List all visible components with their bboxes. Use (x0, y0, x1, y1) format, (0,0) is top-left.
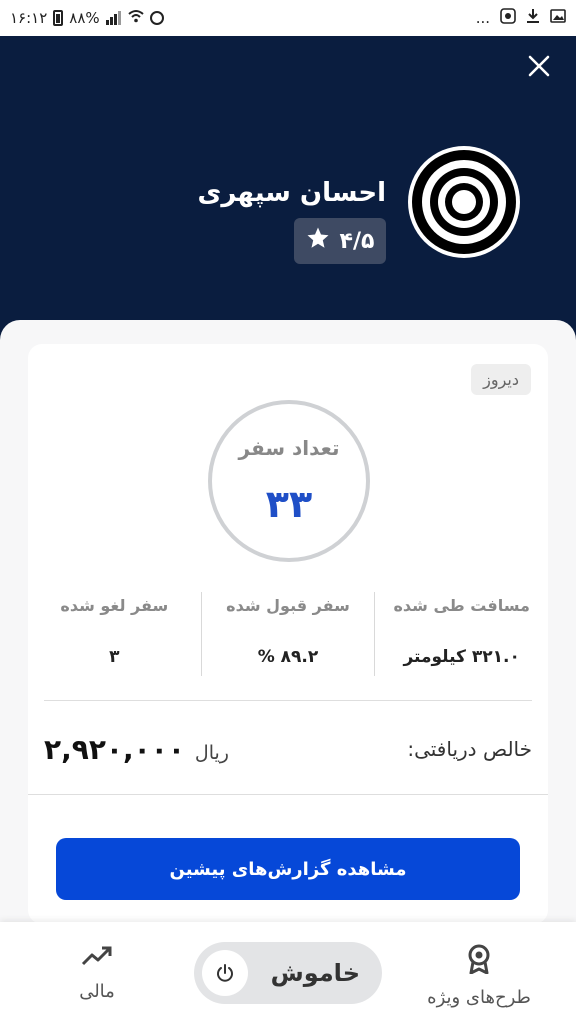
currency-unit: ریال (194, 741, 229, 764)
net-income-amount: ریال ۲,۹۲۰,۰۰۰ (44, 733, 229, 766)
stat-value: ۸۹.۲ % (257, 647, 319, 667)
power-icon (217, 964, 233, 982)
nav-special-plans[interactable]: طرح‌های ویژه (424, 944, 534, 1008)
status-right: ... (476, 8, 566, 28)
nav-finance-label: مالی (79, 981, 115, 1002)
stat-cancelled: سفر لغو شده ۳ (28, 592, 202, 676)
report-card: دیروز تعداد سفر ۳۳ مسافت طی شده ۳۲۱.۰ کی… (28, 344, 548, 924)
trending-up-icon (81, 944, 113, 973)
rating-badge: ۴/۵ (294, 218, 386, 264)
stat-label: مسافت طی شده (393, 596, 530, 615)
trips-label: تعداد سفر (238, 436, 340, 460)
driver-header: احسان سپهری ۴/۵ (0, 36, 576, 336)
more-notifications-icon: ... (475, 9, 490, 27)
bottom-nav: مالی خاموش طرح‌های ویژه (0, 922, 576, 1024)
stats-row: مسافت طی شده ۳۲۱.۰ کیلومتر سفر قبول شده … (28, 592, 548, 676)
award-icon (466, 944, 492, 979)
close-button[interactable] (524, 54, 554, 84)
close-icon (528, 55, 550, 77)
stat-value: ۳۲۱.۰ کیلومتر (403, 647, 520, 667)
trips-value: ۳۳ (265, 482, 313, 526)
alarm-icon (149, 11, 164, 25)
nav-plans-label: طرح‌های ویژه (427, 987, 531, 1008)
trips-count-circle: تعداد سفر ۳۳ (208, 400, 370, 562)
target-icon (412, 150, 516, 254)
battery-icon (53, 10, 64, 26)
rating-value: ۴/۵ (339, 228, 375, 254)
image-icon (550, 9, 566, 27)
stat-distance: مسافت طی شده ۳۲۱.۰ کیلومتر (375, 592, 548, 676)
period-badge[interactable]: دیروز (471, 364, 531, 395)
content-sheet: دیروز تعداد سفر ۳۳ مسافت طی شده ۳۲۱.۰ کی… (0, 320, 576, 1024)
online-status-toggle[interactable]: خاموش (194, 942, 382, 1004)
battery-level: ۸۸% (69, 9, 100, 27)
net-income-value: ۲,۹۲۰,۰۰۰ (44, 732, 185, 766)
star-icon (306, 226, 330, 256)
nav-finance[interactable]: مالی (42, 944, 152, 1002)
driver-name: احسان سپهری (197, 178, 386, 208)
stat-accepted: سفر قبول شده ۸۹.۲ % (202, 592, 376, 676)
signal-icon (105, 11, 122, 25)
app-notification-icon (500, 8, 516, 28)
divider (44, 700, 532, 701)
status-time: ۱۶:۱۲ (10, 9, 48, 27)
divider (28, 794, 548, 795)
net-income-row: خالص دریافتی: ریال ۲,۹۲۰,۰۰۰ (44, 724, 532, 774)
stat-label: سفر قبول شده (226, 596, 350, 615)
avatar (408, 146, 520, 258)
screen: ۱۶:۱۲ ۸۸% ... احسان سپهری ۴/۵ دیروز تعدا… (0, 0, 576, 1024)
net-income-label: خالص دریافتی: (407, 737, 532, 761)
status-bar: ۱۶:۱۲ ۸۸% ... (0, 0, 576, 36)
view-previous-reports-button[interactable]: مشاهده گزارش‌های پیشین (56, 838, 520, 900)
download-icon (526, 8, 540, 28)
wifi-icon (128, 9, 144, 27)
stat-label: سفر لغو شده (60, 596, 169, 615)
toggle-knob (202, 950, 248, 996)
stat-value: ۳ (109, 647, 120, 667)
status-left: ۱۶:۱۲ ۸۸% (10, 9, 164, 27)
toggle-label: خاموش (270, 959, 360, 987)
